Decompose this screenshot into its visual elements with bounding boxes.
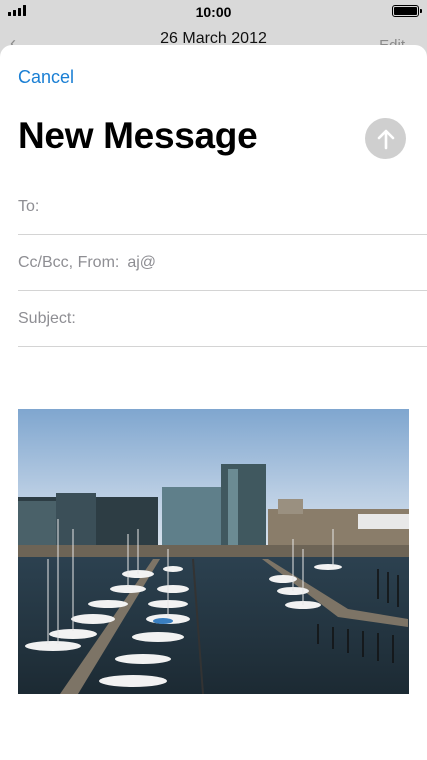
cc-bcc-from-label: Cc/Bcc, From: [18,253,120,271]
battery-full-icon [392,5,422,17]
arrow-up-icon [377,129,394,149]
to-field[interactable]: To: [18,179,427,235]
cancel-button[interactable]: Cancel [18,67,74,88]
compose-sheet: Cancel New Message To: Cc/Bcc, From: aj@… [0,45,427,760]
subject-field[interactable]: Subject: [18,291,427,347]
send-button[interactable] [365,118,406,159]
status-bar: 10:00 [0,0,427,24]
cc-bcc-from-field[interactable]: Cc/Bcc, From: aj@ [18,235,427,291]
photo-marina-image[interactable] [18,409,409,694]
to-label: To: [18,197,40,215]
subject-label: Subject: [18,309,76,327]
from-value: aj@ [127,253,157,271]
page-title: New Message [18,115,258,156]
status-time: 10:00 [195,4,232,20]
